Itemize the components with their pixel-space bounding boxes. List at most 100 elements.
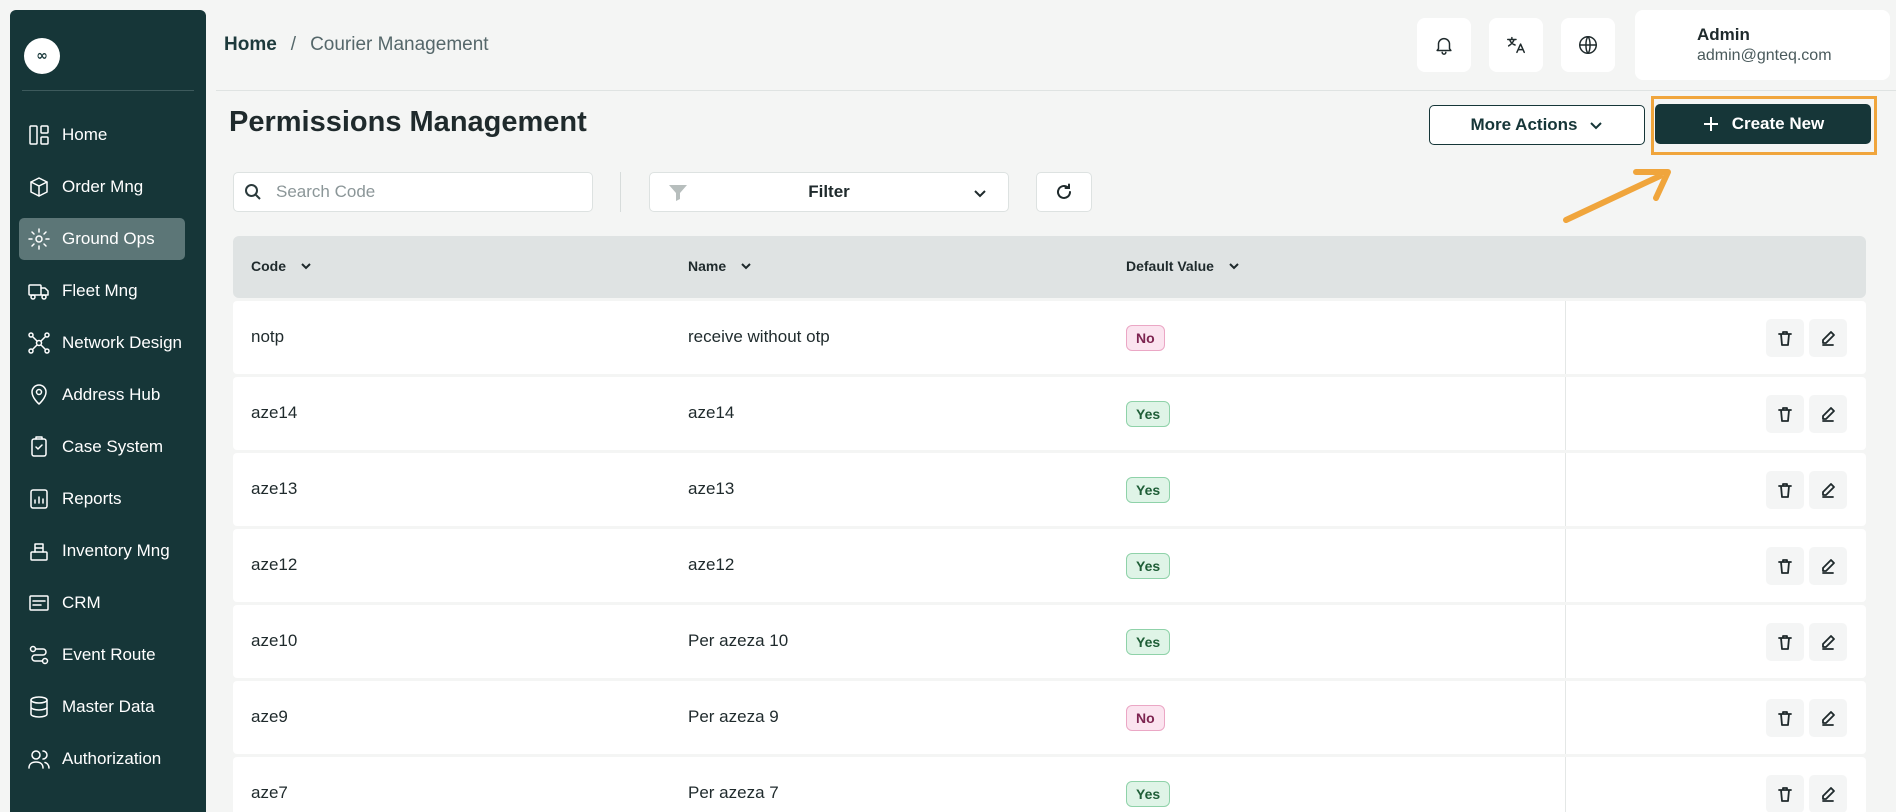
filter-dropdown[interactable]: Filter bbox=[649, 172, 1009, 212]
trash-icon bbox=[1778, 407, 1792, 422]
table-row[interactable]: aze13 aze13 Yes bbox=[233, 453, 1866, 526]
column-header-default-value[interactable]: Default Value bbox=[1126, 258, 1240, 274]
user-email: admin@gnteq.com bbox=[1697, 47, 1832, 64]
column-divider bbox=[1565, 605, 1566, 678]
gear-icon bbox=[27, 227, 51, 251]
page-title: Permissions Management bbox=[229, 106, 587, 138]
clipboard-icon bbox=[27, 435, 51, 459]
sidebar-item-reports[interactable]: Reports bbox=[19, 478, 185, 520]
cell-name: aze14 bbox=[688, 403, 735, 422]
trash-icon bbox=[1778, 635, 1792, 650]
truck-icon bbox=[27, 279, 51, 303]
cell-name: Per azeza 10 bbox=[688, 631, 789, 650]
search-icon bbox=[245, 184, 261, 200]
edit-button[interactable] bbox=[1809, 395, 1847, 433]
table-row[interactable]: aze14 aze14 Yes bbox=[233, 377, 1866, 450]
breadcrumb: Home / Courier Management bbox=[224, 34, 489, 56]
database-icon bbox=[27, 695, 51, 719]
delete-button[interactable] bbox=[1766, 547, 1804, 585]
sidebar-nav: Home Order Mng Ground Ops Fleet Mng Network … bbox=[19, 114, 185, 790]
pencil-icon bbox=[1822, 407, 1835, 422]
cell-code: aze10 bbox=[251, 631, 298, 650]
column-divider bbox=[1565, 377, 1566, 450]
header-divider bbox=[216, 90, 1896, 91]
delete-button[interactable] bbox=[1766, 471, 1804, 509]
sidebar-item-case-system[interactable]: Case System bbox=[19, 426, 185, 468]
sidebar-item-address-hub[interactable]: Address Hub bbox=[19, 374, 185, 416]
edit-button[interactable] bbox=[1809, 775, 1847, 812]
pencil-icon bbox=[1822, 787, 1835, 802]
translate-button[interactable] bbox=[1489, 18, 1543, 72]
delete-button[interactable] bbox=[1766, 623, 1804, 661]
pencil-icon bbox=[1822, 559, 1835, 574]
search-field[interactable] bbox=[233, 172, 593, 212]
sidebar-item-event-route[interactable]: Event Route bbox=[19, 634, 185, 676]
user-name: Admin bbox=[1697, 25, 1750, 44]
breadcrumb-current: Courier Management bbox=[310, 34, 489, 55]
edit-button[interactable] bbox=[1809, 547, 1847, 585]
status-badge: Yes bbox=[1126, 629, 1171, 655]
column-header-code[interactable]: Code bbox=[251, 258, 312, 274]
language-button[interactable] bbox=[1561, 18, 1615, 72]
cell-code: aze7 bbox=[251, 783, 288, 802]
sidebar-item-label: Ground Ops bbox=[62, 229, 155, 248]
status-badge: No bbox=[1126, 325, 1165, 351]
sidebar-item-network-design[interactable]: Network Design bbox=[19, 322, 185, 364]
edit-button[interactable] bbox=[1809, 319, 1847, 357]
breadcrumb-home[interactable]: Home bbox=[224, 34, 277, 56]
cell-name: aze12 bbox=[688, 555, 735, 574]
logo[interactable]: ∞ bbox=[24, 38, 60, 74]
column-header-name[interactable]: Name bbox=[688, 258, 752, 274]
column-label: Name bbox=[688, 258, 727, 274]
bell-icon bbox=[1436, 37, 1452, 55]
trash-icon bbox=[1778, 331, 1792, 346]
delete-button[interactable] bbox=[1766, 775, 1804, 812]
edit-button[interactable] bbox=[1809, 623, 1847, 661]
sidebar-item-fleet-mng[interactable]: Fleet Mng bbox=[19, 270, 185, 312]
chevron-down-icon bbox=[974, 190, 986, 198]
sidebar-item-label: Network Design bbox=[62, 333, 182, 352]
column-label: Default Value bbox=[1126, 258, 1214, 274]
sidebar-item-ground-ops[interactable]: Ground Ops bbox=[19, 218, 185, 260]
sidebar-item-crm[interactable]: CRM bbox=[19, 582, 185, 624]
column-label: Code bbox=[251, 258, 286, 274]
sidebar-item-label: CRM bbox=[62, 593, 101, 612]
trash-icon bbox=[1778, 483, 1792, 498]
sidebar-item-inventory-mng[interactable]: Inventory Mng bbox=[19, 530, 185, 572]
chevron-down-icon bbox=[1589, 122, 1602, 130]
edit-button[interactable] bbox=[1809, 471, 1847, 509]
table-header: Code Name Default Value bbox=[233, 236, 1866, 298]
refresh-button[interactable] bbox=[1036, 172, 1092, 212]
filter-label: Filter bbox=[808, 182, 850, 201]
delete-button[interactable] bbox=[1766, 395, 1804, 433]
pencil-icon bbox=[1822, 635, 1835, 650]
sidebar-item-label: Order Mng bbox=[62, 177, 144, 196]
sidebar-item-home[interactable]: Home bbox=[19, 114, 185, 156]
refresh-icon bbox=[1057, 183, 1071, 199]
search-input[interactable] bbox=[276, 182, 566, 202]
create-new-button[interactable]: Create New bbox=[1655, 104, 1871, 144]
network-icon bbox=[27, 331, 51, 355]
sidebar-item-master-data[interactable]: Master Data bbox=[19, 686, 185, 728]
table-row[interactable]: aze7 Per azeza 7 Yes bbox=[233, 757, 1866, 812]
table-row[interactable]: aze10 Per azeza 10 Yes bbox=[233, 605, 1866, 678]
table-row[interactable]: aze12 aze12 Yes bbox=[233, 529, 1866, 602]
edit-button[interactable] bbox=[1809, 699, 1847, 737]
map-pin-icon bbox=[27, 383, 51, 407]
more-actions-button[interactable]: More Actions bbox=[1429, 105, 1645, 145]
sidebar-item-label: Address Hub bbox=[62, 385, 161, 404]
create-new-label: Create New bbox=[1731, 114, 1825, 133]
cell-name: receive without otp bbox=[688, 327, 830, 346]
cell-code: aze9 bbox=[251, 707, 288, 726]
user-menu[interactable]: Admin admin@gnteq.com bbox=[1635, 10, 1890, 80]
translate-icon bbox=[1507, 36, 1525, 54]
table-row[interactable]: aze9 Per azeza 9 No bbox=[233, 681, 1866, 754]
status-badge: No bbox=[1126, 705, 1165, 731]
column-divider bbox=[1565, 301, 1566, 374]
sidebar-item-authorization[interactable]: Authorization bbox=[19, 738, 185, 780]
delete-button[interactable] bbox=[1766, 319, 1804, 357]
delete-button[interactable] bbox=[1766, 699, 1804, 737]
notifications-button[interactable] bbox=[1417, 18, 1471, 72]
table-row[interactable]: notp receive without otp No bbox=[233, 301, 1866, 374]
sidebar-item-order-mng[interactable]: Order Mng bbox=[19, 166, 185, 208]
